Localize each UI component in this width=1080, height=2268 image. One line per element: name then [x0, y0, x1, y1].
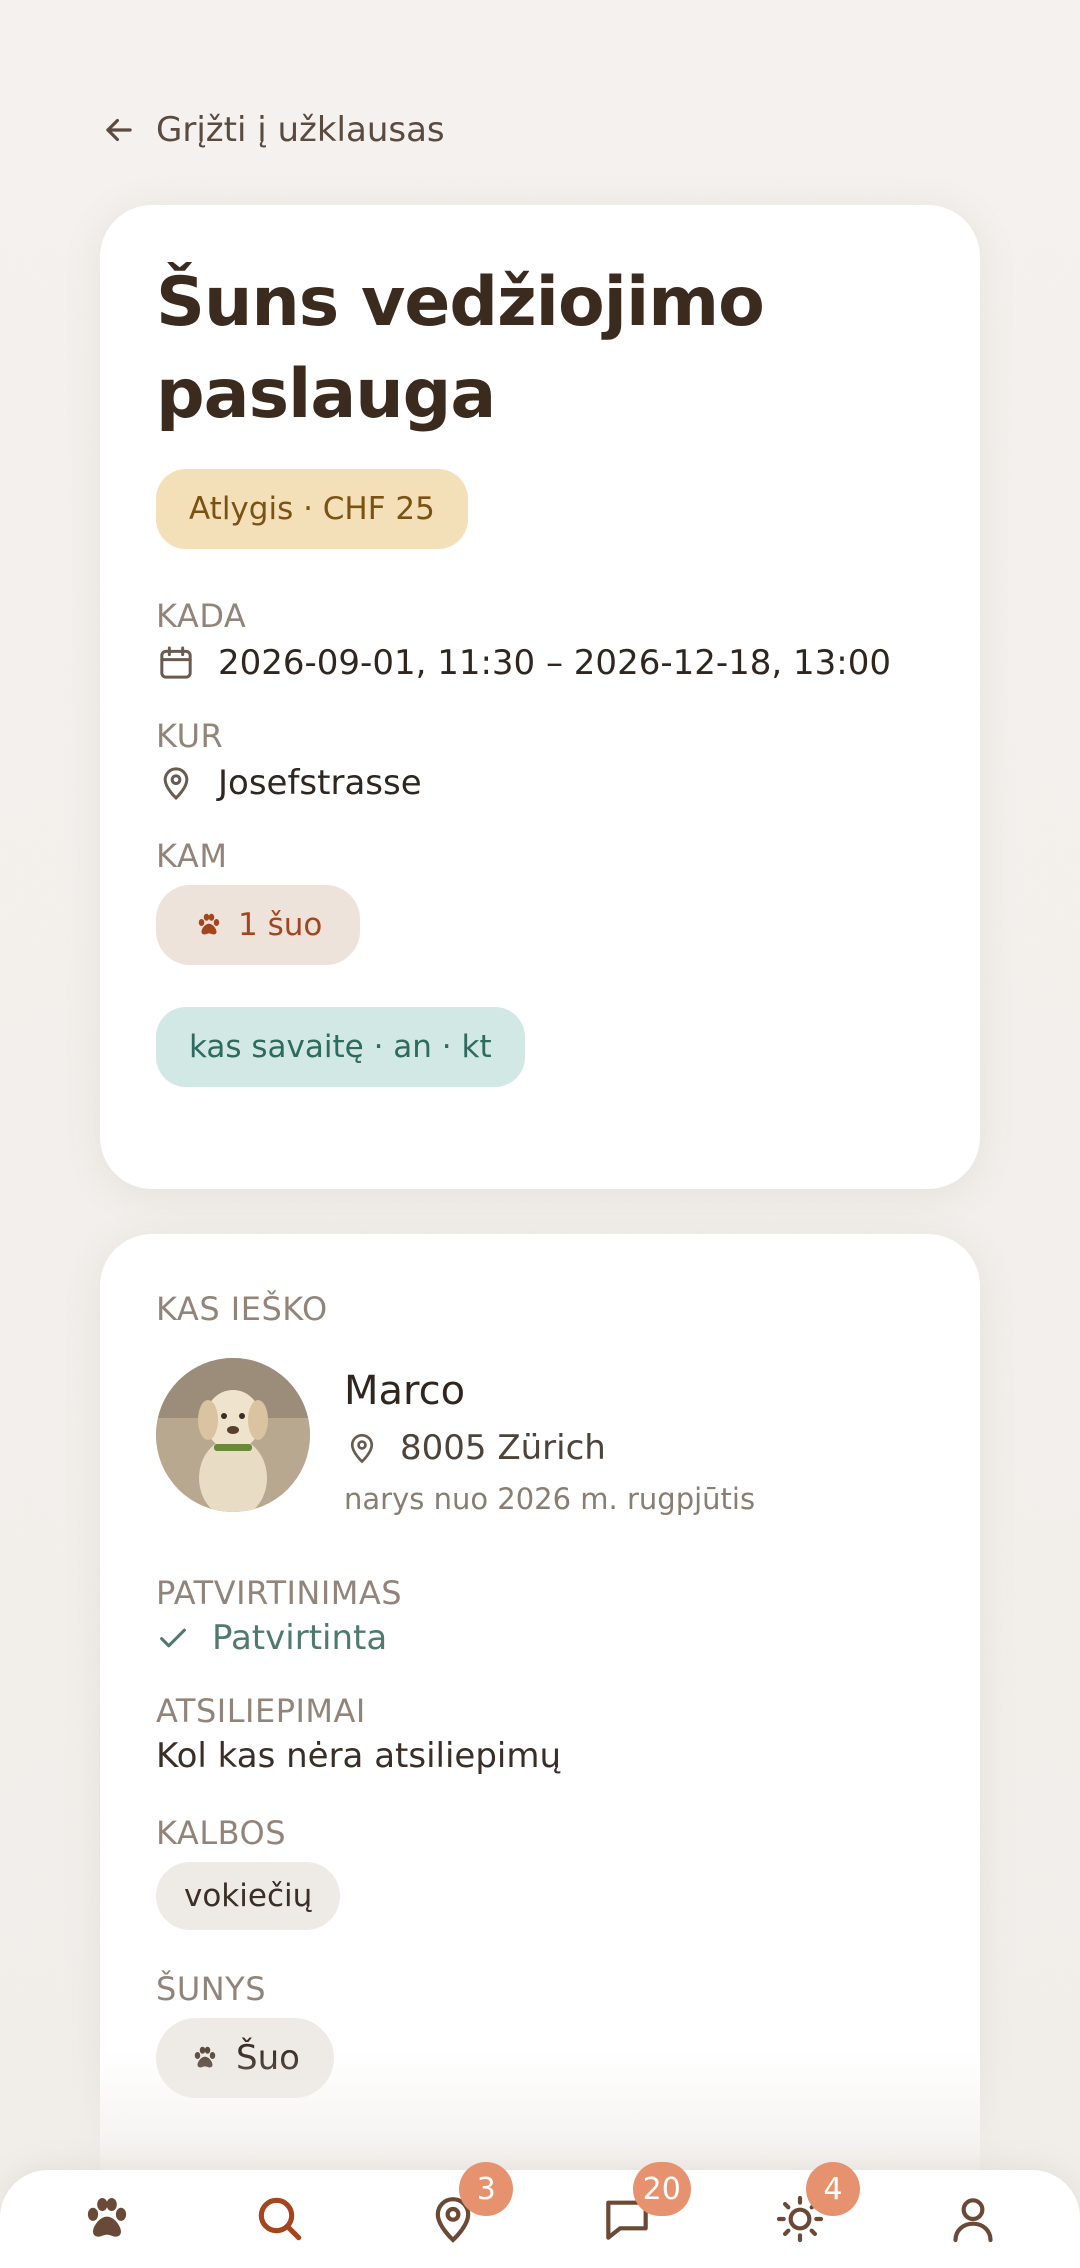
- arrow-left-icon: [106, 118, 132, 142]
- language-chip: vokiečių: [156, 1862, 341, 1930]
- verification-label: PATVIRTINIMAS: [156, 1574, 403, 1612]
- nav-paw[interactable]: [47, 2174, 167, 2264]
- back-link[interactable]: Grįžti į užklausas: [100, 110, 445, 150]
- map-pin-icon: [156, 763, 196, 803]
- when-label: KADA: [156, 597, 247, 635]
- pay-badge: Atlygis · CHF 25: [156, 469, 468, 549]
- seeker-section-label: KAS IEŠKO: [156, 1290, 328, 1328]
- check-icon: [160, 1628, 186, 1648]
- where-label: KUR: [156, 717, 224, 755]
- page-title: Šuns vedžiojimo paslauga: [156, 263, 765, 434]
- when-value: 2026-09-01, 11:30 – 2026-12-18, 13:00: [218, 643, 891, 683]
- paw-icon: [87, 2198, 126, 2237]
- avatar[interactable]: [156, 1358, 310, 1512]
- reviews-text: Kol kas nėra atsiliepimų: [156, 1736, 562, 1776]
- request-card: Šuns vedžiojimo paslauga Atlygis · CHF 2…: [100, 205, 980, 1189]
- seeker-profile[interactable]: Marco 8005 Zürich narys nuo 2026 m. rugp…: [156, 1358, 924, 1516]
- seeker-location-text: 8005 Zürich: [400, 1428, 606, 1468]
- back-link-label: Grįžti į užklausas: [156, 110, 445, 150]
- user-icon: [953, 2198, 993, 2243]
- scroll-fade: [0, 2050, 1080, 2170]
- where-value: Josefstrasse: [218, 763, 422, 803]
- frequency-badge: kas savaitę · an · kt: [156, 1007, 525, 1087]
- bottom-nav: 3 20 4: [0, 2162, 1080, 2268]
- activity-badge: 4: [805, 2162, 860, 2216]
- nav-messages[interactable]: 20: [567, 2162, 691, 2264]
- seeker-location: 8005 Zürich: [344, 1428, 755, 1468]
- verification-text: Patvirtinta: [212, 1618, 388, 1658]
- nav-search[interactable]: [220, 2174, 340, 2264]
- paw-icon: [198, 913, 220, 935]
- dogs-label: ŠUNYS: [156, 1970, 267, 2008]
- messages-badge: 20: [632, 2162, 691, 2216]
- calendar-icon: [156, 643, 196, 683]
- nav-activity[interactable]: 4: [740, 2162, 860, 2264]
- reviews-label: ATSILIEPIMAI: [156, 1692, 366, 1730]
- search-icon: [258, 2197, 302, 2241]
- nav-profile[interactable]: [913, 2174, 1033, 2264]
- map-badge: 3: [459, 2162, 514, 2216]
- member-since: narys nuo 2026 m. rugpjūtis: [344, 1482, 756, 1516]
- verification-status: Patvirtinta: [156, 1618, 924, 1658]
- languages-label: KALBOS: [156, 1814, 287, 1852]
- nav-map[interactable]: 3: [393, 2162, 514, 2264]
- map-pin-icon: [350, 1433, 374, 1464]
- dog-count-badge: 1 šuo: [156, 885, 361, 965]
- seeker-name: Marco: [344, 1368, 466, 1414]
- dog-count-text: 1 šuo: [238, 907, 323, 943]
- for-label: KAM: [156, 837, 228, 875]
